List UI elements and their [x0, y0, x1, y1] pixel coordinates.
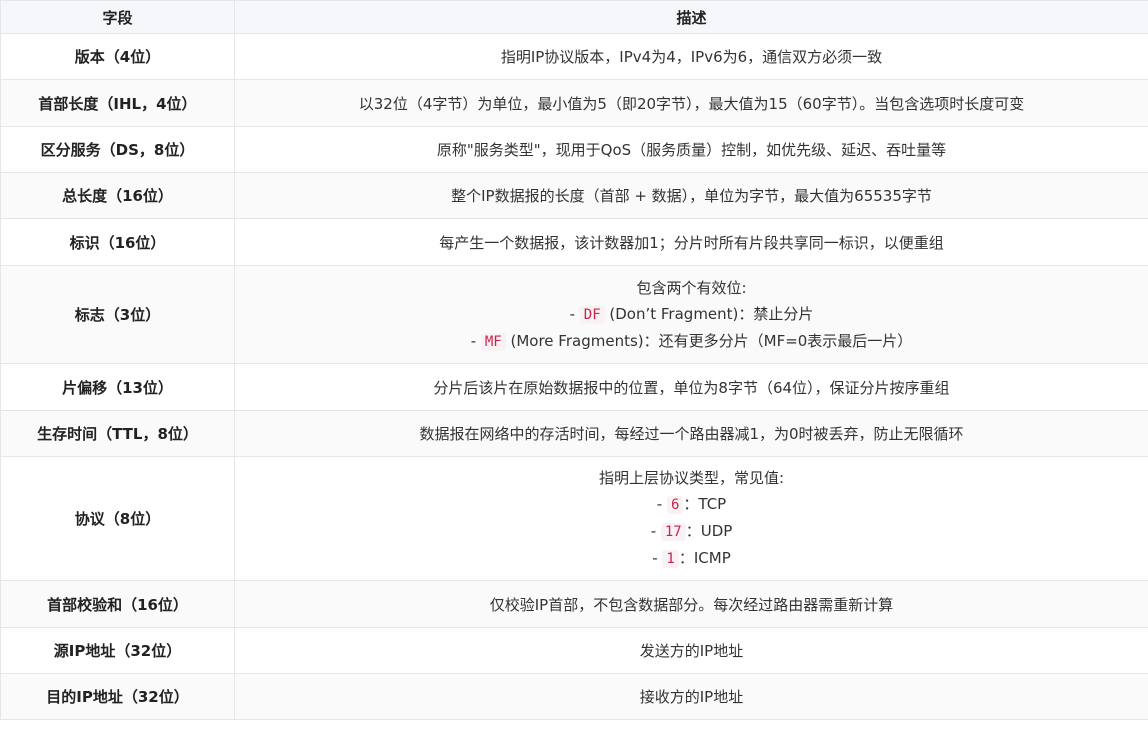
table-header-row: 字段 描述	[0, 0, 1148, 34]
table-row: 源IP地址（32位） 发送方的IP地址	[0, 627, 1148, 674]
list-item-text: ：TCP	[683, 495, 727, 513]
list-item: - 17 ：UDP	[243, 518, 1140, 545]
list-item-text: ：ICMP	[678, 549, 731, 567]
field-description: 原称"服务类型"，现用于QoS（服务质量）控制，如优先级、延迟、吞吐量等	[234, 126, 1148, 173]
field-name: 区分服务（DS，8位）	[0, 126, 235, 173]
field-description: 指明上层协议类型，常见值: - 6 ：TCP - 17 ：UDP - 1 ：ICMP	[234, 456, 1148, 581]
protocol-code: 1	[662, 550, 679, 568]
protocol-code: 17	[660, 523, 686, 541]
field-description: 整个IP数据报的长度（首部 + 数据），单位为字节，最大值为65535字节	[234, 172, 1148, 219]
field-name: 生存时间（TTL，8位）	[0, 410, 235, 457]
list-item: - 6 ：TCP	[243, 491, 1140, 518]
field-name: 标识（16位）	[0, 218, 235, 266]
list-bullet: -	[652, 549, 663, 567]
field-description: 分片后该片在原始数据报中的位置，单位为8字节（64位），保证分片按序重组	[234, 363, 1148, 411]
table-row: 区分服务（DS，8位） 原称"服务类型"，现用于QoS（服务质量）控制，如优先级…	[0, 126, 1148, 173]
protocol-code: 6	[666, 496, 684, 514]
field-name: 首部校验和（16位）	[0, 580, 235, 628]
list-bullet: -	[656, 495, 667, 513]
table-row: 首部校验和（16位） 仅校验IP首部，不包含数据部分。每次经过路由器需重新计算	[0, 580, 1148, 628]
list-item-text: ：UDP	[685, 522, 733, 540]
field-name: 源IP地址（32位）	[0, 627, 235, 674]
description-intro: 包含两个有效位:	[636, 278, 747, 297]
list-bullet: -	[470, 331, 481, 350]
list-item-text: (Don’t Fragment)：禁止分片	[604, 304, 814, 323]
list-item: - DF (Don’t Fragment)：禁止分片	[243, 301, 1140, 328]
field-description: 数据报在网络中的存活时间，每经过一个路由器减1，为0时被丢弃，防止无限循环	[234, 410, 1148, 457]
list-item: - MF (More Fragments)：还有更多分片（MF=0表示最后一片）	[243, 328, 1140, 355]
table-row: 版本（4位） 指明IP协议版本，IPv4为4，IPv6为6，通信双方必须一致	[0, 33, 1148, 80]
field-name: 协议（8位）	[0, 456, 235, 581]
ip-header-fields-table: 字段 描述 版本（4位） 指明IP协议版本，IPv4为4，IPv6为6，通信双方…	[0, 0, 1148, 720]
list-item-text: (More Fragments)：还有更多分片（MF=0表示最后一片）	[505, 331, 913, 350]
table-row: 片偏移（13位） 分片后该片在原始数据报中的位置，单位为8字节（64位），保证分…	[0, 363, 1148, 411]
column-header-field: 字段	[0, 0, 235, 34]
table-row: 目的IP地址（32位） 接收方的IP地址	[0, 673, 1148, 720]
table-row: 标志（3位） 包含两个有效位: - DF (Don’t Fragment)：禁止…	[0, 265, 1148, 364]
field-description: 仅校验IP首部，不包含数据部分。每次经过路由器需重新计算	[234, 580, 1148, 628]
field-name: 首部长度（IHL，4位）	[0, 79, 235, 127]
field-description: 接收方的IP地址	[234, 673, 1148, 720]
field-description: 包含两个有效位: - DF (Don’t Fragment)：禁止分片 - MF…	[234, 265, 1148, 364]
column-header-description: 描述	[234, 0, 1148, 34]
field-name: 标志（3位）	[0, 265, 235, 364]
list-bullet: -	[650, 522, 661, 540]
field-name: 目的IP地址（32位）	[0, 673, 235, 720]
flag-code: DF	[579, 305, 605, 324]
flag-code: MF	[480, 332, 506, 351]
field-name: 片偏移（13位）	[0, 363, 235, 411]
table-row: 标识（16位） 每产生一个数据报，该计数器加1；分片时所有片段共享同一标识，以便…	[0, 218, 1148, 266]
list-bullet: -	[569, 304, 580, 323]
field-name: 总长度（16位）	[0, 172, 235, 219]
table-row: 生存时间（TTL，8位） 数据报在网络中的存活时间，每经过一个路由器减1，为0时…	[0, 410, 1148, 457]
table-row: 首部长度（IHL，4位） 以32位（4字节）为单位，最小值为5（即20字节），最…	[0, 79, 1148, 127]
field-description: 指明IP协议版本，IPv4为4，IPv6为6，通信双方必须一致	[234, 33, 1148, 80]
table-row: 总长度（16位） 整个IP数据报的长度（首部 + 数据），单位为字节，最大值为6…	[0, 172, 1148, 219]
description-intro: 指明上层协议类型，常见值:	[598, 469, 785, 487]
field-name: 版本（4位）	[0, 33, 235, 80]
field-description: 以32位（4字节）为单位，最小值为5（即20字节），最大值为15（60字节）。当…	[234, 79, 1148, 127]
list-item: - 1 ：ICMP	[243, 545, 1140, 572]
table-row: 协议（8位） 指明上层协议类型，常见值: - 6 ：TCP - 17 ：UDP - …	[0, 456, 1148, 581]
field-description: 发送方的IP地址	[234, 627, 1148, 674]
field-description: 每产生一个数据报，该计数器加1；分片时所有片段共享同一标识，以便重组	[234, 218, 1148, 266]
